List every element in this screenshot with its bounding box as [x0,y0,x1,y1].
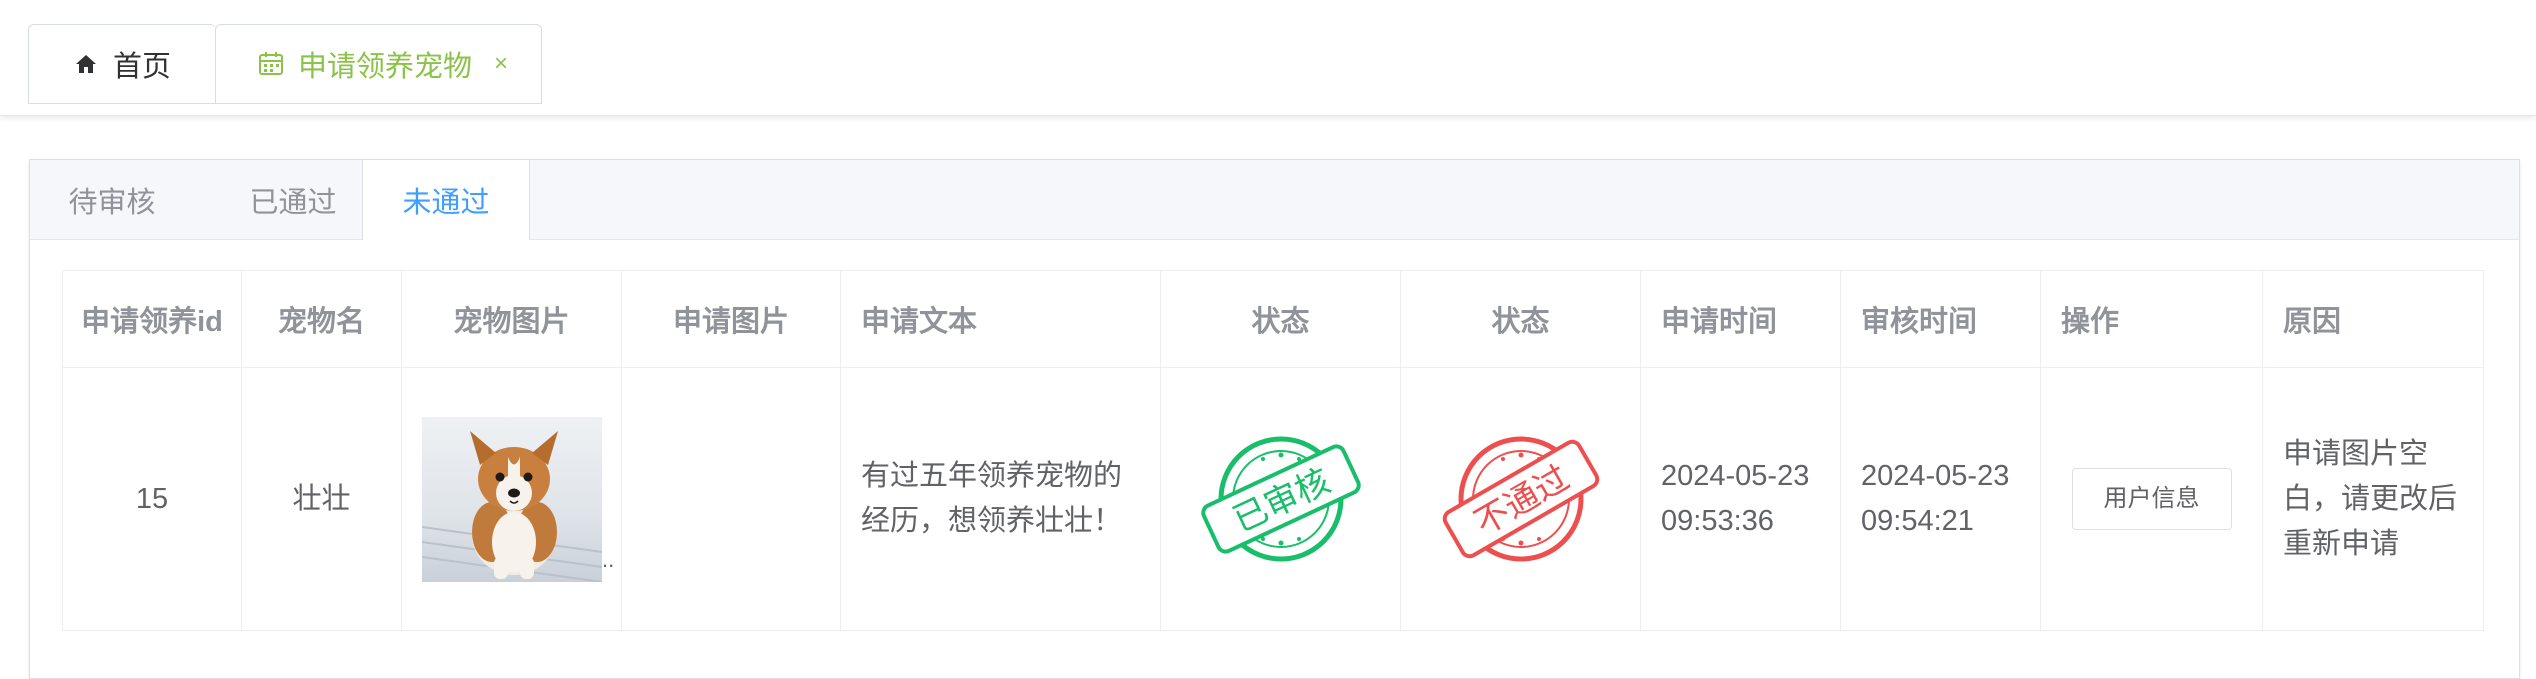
tag-home-label: 首页 [113,51,172,83]
user-info-button[interactable]: 用户信息 [2071,468,2232,530]
col-header-status-1: 状态 [1160,270,1401,368]
col-header-pet-name: 宠物名 [241,270,402,368]
col-header-apply-time: 申请时间 [1640,270,1841,368]
cell-pet-name: 壮壮 [241,367,402,631]
cell-reason: 申请图片空白，请更改后重新申请 [2262,367,2484,631]
table-header-row: 申请领养id 宠物名 宠物图片 申请图片 申请文本 状态 状态 申请时间 审核时… [62,270,2484,368]
col-header-apply-image: 申请图片 [621,270,841,368]
cell-id: 15 [62,367,242,631]
cell-apply-text: 有过五年领养宠物的经历，想领养壮壮！ [840,367,1161,631]
col-header-apply-text: 申请文本 [840,270,1161,368]
adoption-table: 申请领养id 宠物名 宠物图片 申请图片 申请文本 状态 状态 申请时间 审核时… [62,270,2484,631]
approved-stamp: 已审核 [1200,436,1361,562]
cell-pet-image: .. [401,367,622,631]
tab-pending[interactable]: 待审核 [30,160,194,239]
cell-status-1: 已审核 [1160,367,1401,631]
cell-apply-time: 2024-05-23 09:53:36 [1640,367,1841,631]
rejected-stamp: 不通过 [1442,436,1599,562]
tabs-header: 待审核 已通过 未通过 [30,160,2519,240]
col-header-pet-image: 宠物图片 [401,270,622,368]
tab-rejected[interactable]: 未通过 [362,160,530,240]
cell-action: 用户信息 [2040,367,2263,631]
tag-home[interactable]: 首页 [28,24,216,104]
cell-apply-image [621,367,841,631]
image-ellipsis: .. [602,546,615,572]
col-header-status-2: 状态 [1400,270,1641,368]
calendar-icon [256,49,286,79]
tags-view-bar: 首页 申请领养宠物 × [0,0,2536,116]
col-header-action: 操作 [2040,270,2263,368]
tag-apply-adopt[interactable]: 申请领养宠物 × [215,24,542,104]
col-header-review-time: 审核时间 [1840,270,2041,368]
cell-review-time: 2024-05-23 09:54:21 [1840,367,2041,631]
col-header-reason: 原因 [2262,270,2484,368]
puppy-photo[interactable] [422,416,602,582]
home-icon [71,49,101,79]
table-row: 15 壮壮 .. 有过五年领养宠物的经历，想领养壮壮！ 已审核 不通过 2024… [62,367,2484,631]
tag-apply-adopt-label: 申请领养宠物 [298,51,473,83]
cell-status-2: 不通过 [1400,367,1641,631]
col-header-id: 申请领养id [62,270,242,368]
close-icon[interactable]: × [494,50,508,78]
tabs-card: 待审核 已通过 未通过 申请领养id 宠物名 宠物图片 申请图片 申请文本 状态… [29,159,2520,679]
